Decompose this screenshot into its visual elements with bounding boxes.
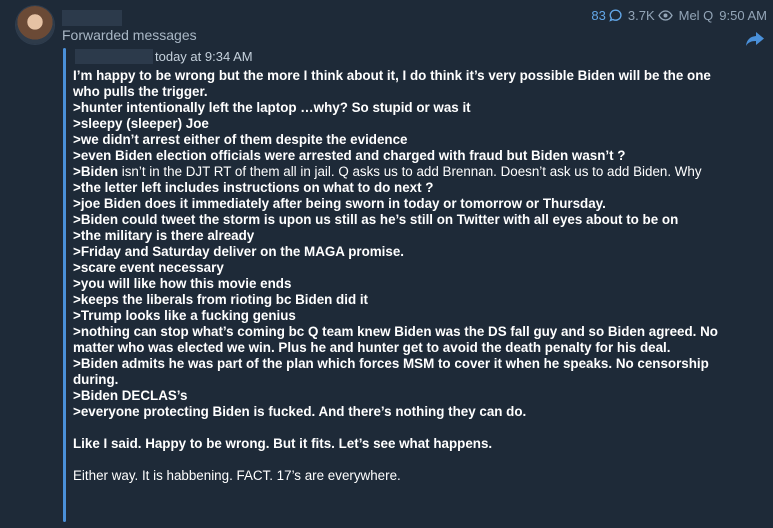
redacted-channel-name xyxy=(62,10,122,26)
message-line: >Biden could tweet the storm is upon us … xyxy=(73,212,679,227)
forwarded-label: Forwarded messages xyxy=(62,27,197,43)
message-line: >the military is there already xyxy=(73,228,255,243)
message-meta: 83 3.7K Mel Q 9:50 AM xyxy=(591,8,767,23)
message-line: >nothing can stop what’s coming bc Q tea… xyxy=(73,324,718,355)
message-line: >Biden admits he was part of the plan wh… xyxy=(73,356,709,387)
message-line: >keeps the liberals from rioting bc Bide… xyxy=(73,292,369,307)
message-line: I’m happy to be wrong but the more I thi… xyxy=(73,68,711,99)
comments-counter[interactable]: 83 xyxy=(591,8,622,23)
message-line: Like I said. Happy to be wrong. But it f… xyxy=(73,436,493,451)
message-line: >Biden isn’t in the DJT RT of them all i… xyxy=(73,164,723,180)
comment-icon xyxy=(609,9,622,22)
views-counter: 3.7K xyxy=(628,8,673,23)
message-line: >the letter left includes instructions o… xyxy=(73,180,434,195)
message-line: >Friday and Saturday deliver on the MAGA… xyxy=(73,244,404,259)
message-line: >hunter intentionally left the laptop …w… xyxy=(73,100,471,115)
message-line-normal: isn’t in the DJT RT of them all in jail.… xyxy=(118,164,702,179)
message-line: >Trump looks like a fucking genius xyxy=(73,308,296,323)
message-body: I’m happy to be wrong but the more I thi… xyxy=(73,68,723,484)
message-line: >even Biden election officials were arre… xyxy=(73,148,626,163)
forward-quote-bar xyxy=(63,48,66,522)
share-icon[interactable] xyxy=(745,30,765,48)
message-line-bold: >Biden xyxy=(73,164,119,179)
message-line: >sleepy (sleeper) Joe xyxy=(73,116,209,131)
views-count: 3.7K xyxy=(627,8,655,23)
original-time: today at 9:34 AM xyxy=(155,49,253,64)
redacted-original-sender xyxy=(75,49,153,64)
message-line: >scare event necessary xyxy=(73,260,224,275)
avatar[interactable] xyxy=(16,6,54,44)
message-line: >everyone protecting Biden is fucked. An… xyxy=(73,404,527,419)
eye-icon xyxy=(657,10,673,21)
author-name: Mel Q xyxy=(678,8,714,23)
message-line: >you will like how this movie ends xyxy=(73,276,292,291)
message-line: >we didn’t arrest either of them despite… xyxy=(73,132,408,147)
message-line: >joe Biden does it immediately after bei… xyxy=(73,196,606,211)
message-line: >Biden DECLAS’s xyxy=(73,388,188,403)
comments-count: 83 xyxy=(591,8,606,23)
message-time: 9:50 AM xyxy=(719,8,767,23)
message-line: Either way. It is habbening. FACT. 17’s … xyxy=(73,468,401,483)
